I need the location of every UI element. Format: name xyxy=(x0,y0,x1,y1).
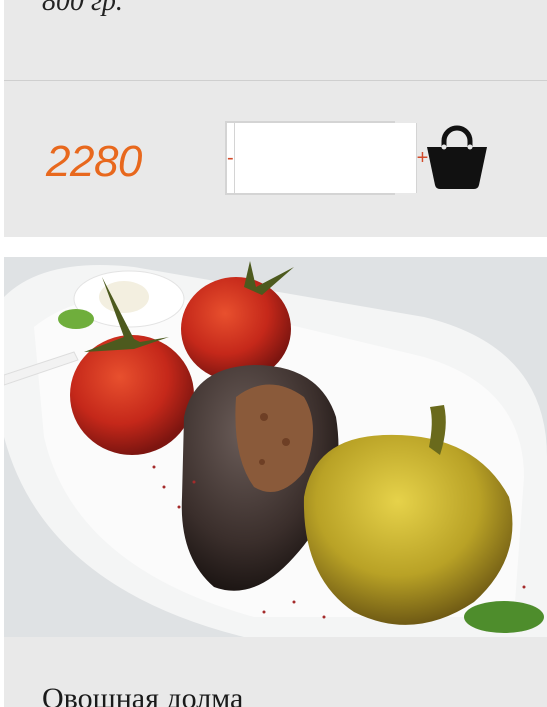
dish-photo[interactable] xyxy=(4,257,547,637)
decrement-button[interactable]: - xyxy=(227,123,235,193)
item-title[interactable]: Овощная долма xyxy=(42,682,243,707)
previous-item-card: 800 гр. xyxy=(4,0,547,81)
quantity-input[interactable] xyxy=(234,123,416,193)
purchase-panel: 2280 - + xyxy=(4,81,547,237)
item-caption: Овощная долма xyxy=(4,637,547,707)
shopping-bag-icon xyxy=(427,125,487,189)
item-weight: 800 гр. xyxy=(42,0,123,17)
add-to-cart-button[interactable] xyxy=(422,119,492,191)
quantity-stepper: - + xyxy=(225,121,428,195)
item-price: 2280 xyxy=(46,137,142,186)
